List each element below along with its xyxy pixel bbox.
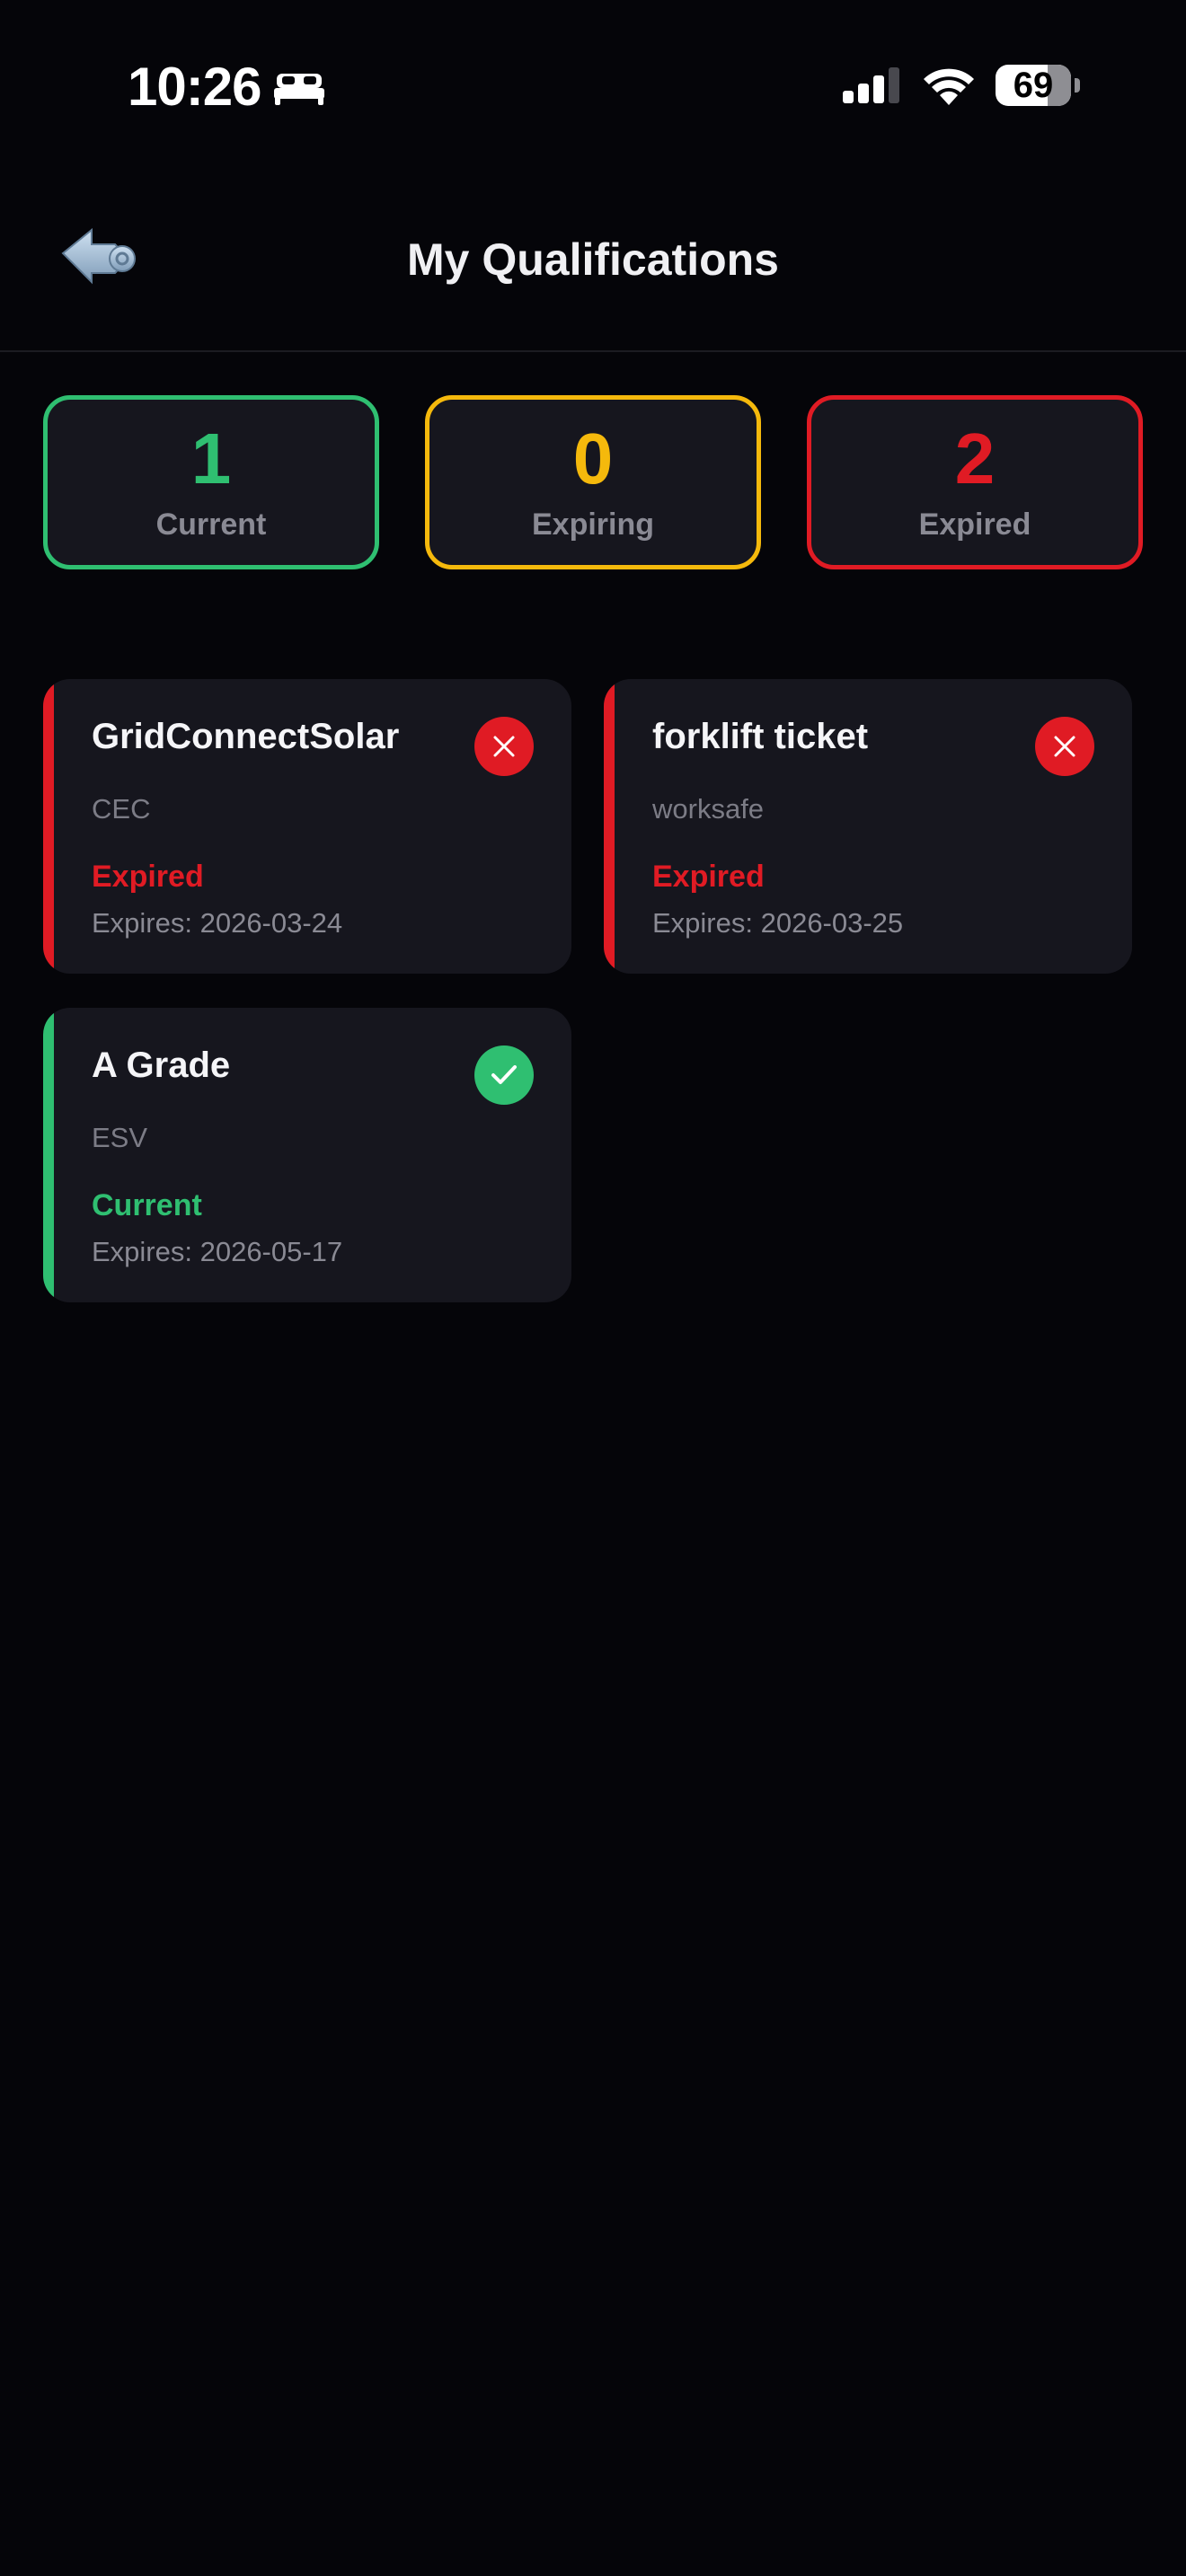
qualification-expiry: Expires: 2026-05-17 (92, 1236, 343, 1267)
qualification-issuer: worksafe (652, 793, 765, 825)
summary-count: 0 (572, 418, 614, 498)
clock: 10:26 (128, 57, 261, 117)
qualification-expiry: Expires: 2026-03-24 (92, 907, 343, 939)
close-icon (1054, 736, 1075, 757)
qualification-expiry: Expires: 2026-03-25 (652, 907, 904, 939)
qualification-card[interactable]: A Grade ESV Current Expires: 2026-05-17 (43, 1008, 571, 1302)
check-icon (491, 1065, 517, 1084)
qualification-status: Expired (92, 860, 204, 894)
status-bar: 10:26 69 (0, 0, 1186, 171)
status-time: 10:26 (128, 56, 325, 118)
wifi-icon (924, 68, 974, 105)
battery-indicator: 69 (996, 65, 1080, 106)
summary-label: Expiring (531, 507, 655, 542)
summary-expiring-card[interactable]: 0 Expiring (425, 395, 761, 569)
current-status-icon (474, 1045, 534, 1105)
summary-count: 1 (190, 418, 232, 498)
qualification-issuer: ESV (92, 1122, 148, 1153)
qualification-status: Expired (652, 860, 765, 894)
summary-current-card[interactable]: 1 Current (43, 395, 379, 569)
summary-label: Current (155, 507, 267, 542)
qualification-status: Current (92, 1188, 202, 1222)
summary-label: Expired (918, 507, 1031, 542)
qualification-summary: 1 Current 0 Expiring 2 Expired (43, 395, 1143, 569)
battery-cap (1075, 78, 1080, 93)
qualification-list: GridConnectSolar CEC Expired Expires: 20… (43, 679, 1132, 1302)
cellular-signal-icon (843, 67, 899, 103)
expired-status-icon (474, 717, 534, 776)
sleep-focus-icon (274, 73, 325, 105)
summary-expired-card[interactable]: 2 Expired (807, 395, 1143, 569)
summary-count: 2 (954, 418, 996, 498)
close-icon (493, 736, 515, 757)
status-accent-bar (43, 1008, 54, 1302)
status-accent-bar (604, 679, 615, 974)
battery-icon: 69 (996, 65, 1071, 106)
qualification-card[interactable]: GridConnectSolar CEC Expired Expires: 20… (43, 679, 571, 974)
status-accent-bar (43, 679, 54, 974)
page-title: My Qualifications (407, 234, 779, 285)
qualification-issuer: CEC (92, 793, 151, 825)
qualification-card[interactable]: forklift ticket worksafe Expired Expires… (604, 679, 1132, 974)
battery-level: 69 (1013, 65, 1054, 105)
nav-header: My Qualifications (0, 171, 1186, 352)
status-indicators: 69 (843, 65, 1080, 106)
expired-status-icon (1035, 717, 1094, 776)
